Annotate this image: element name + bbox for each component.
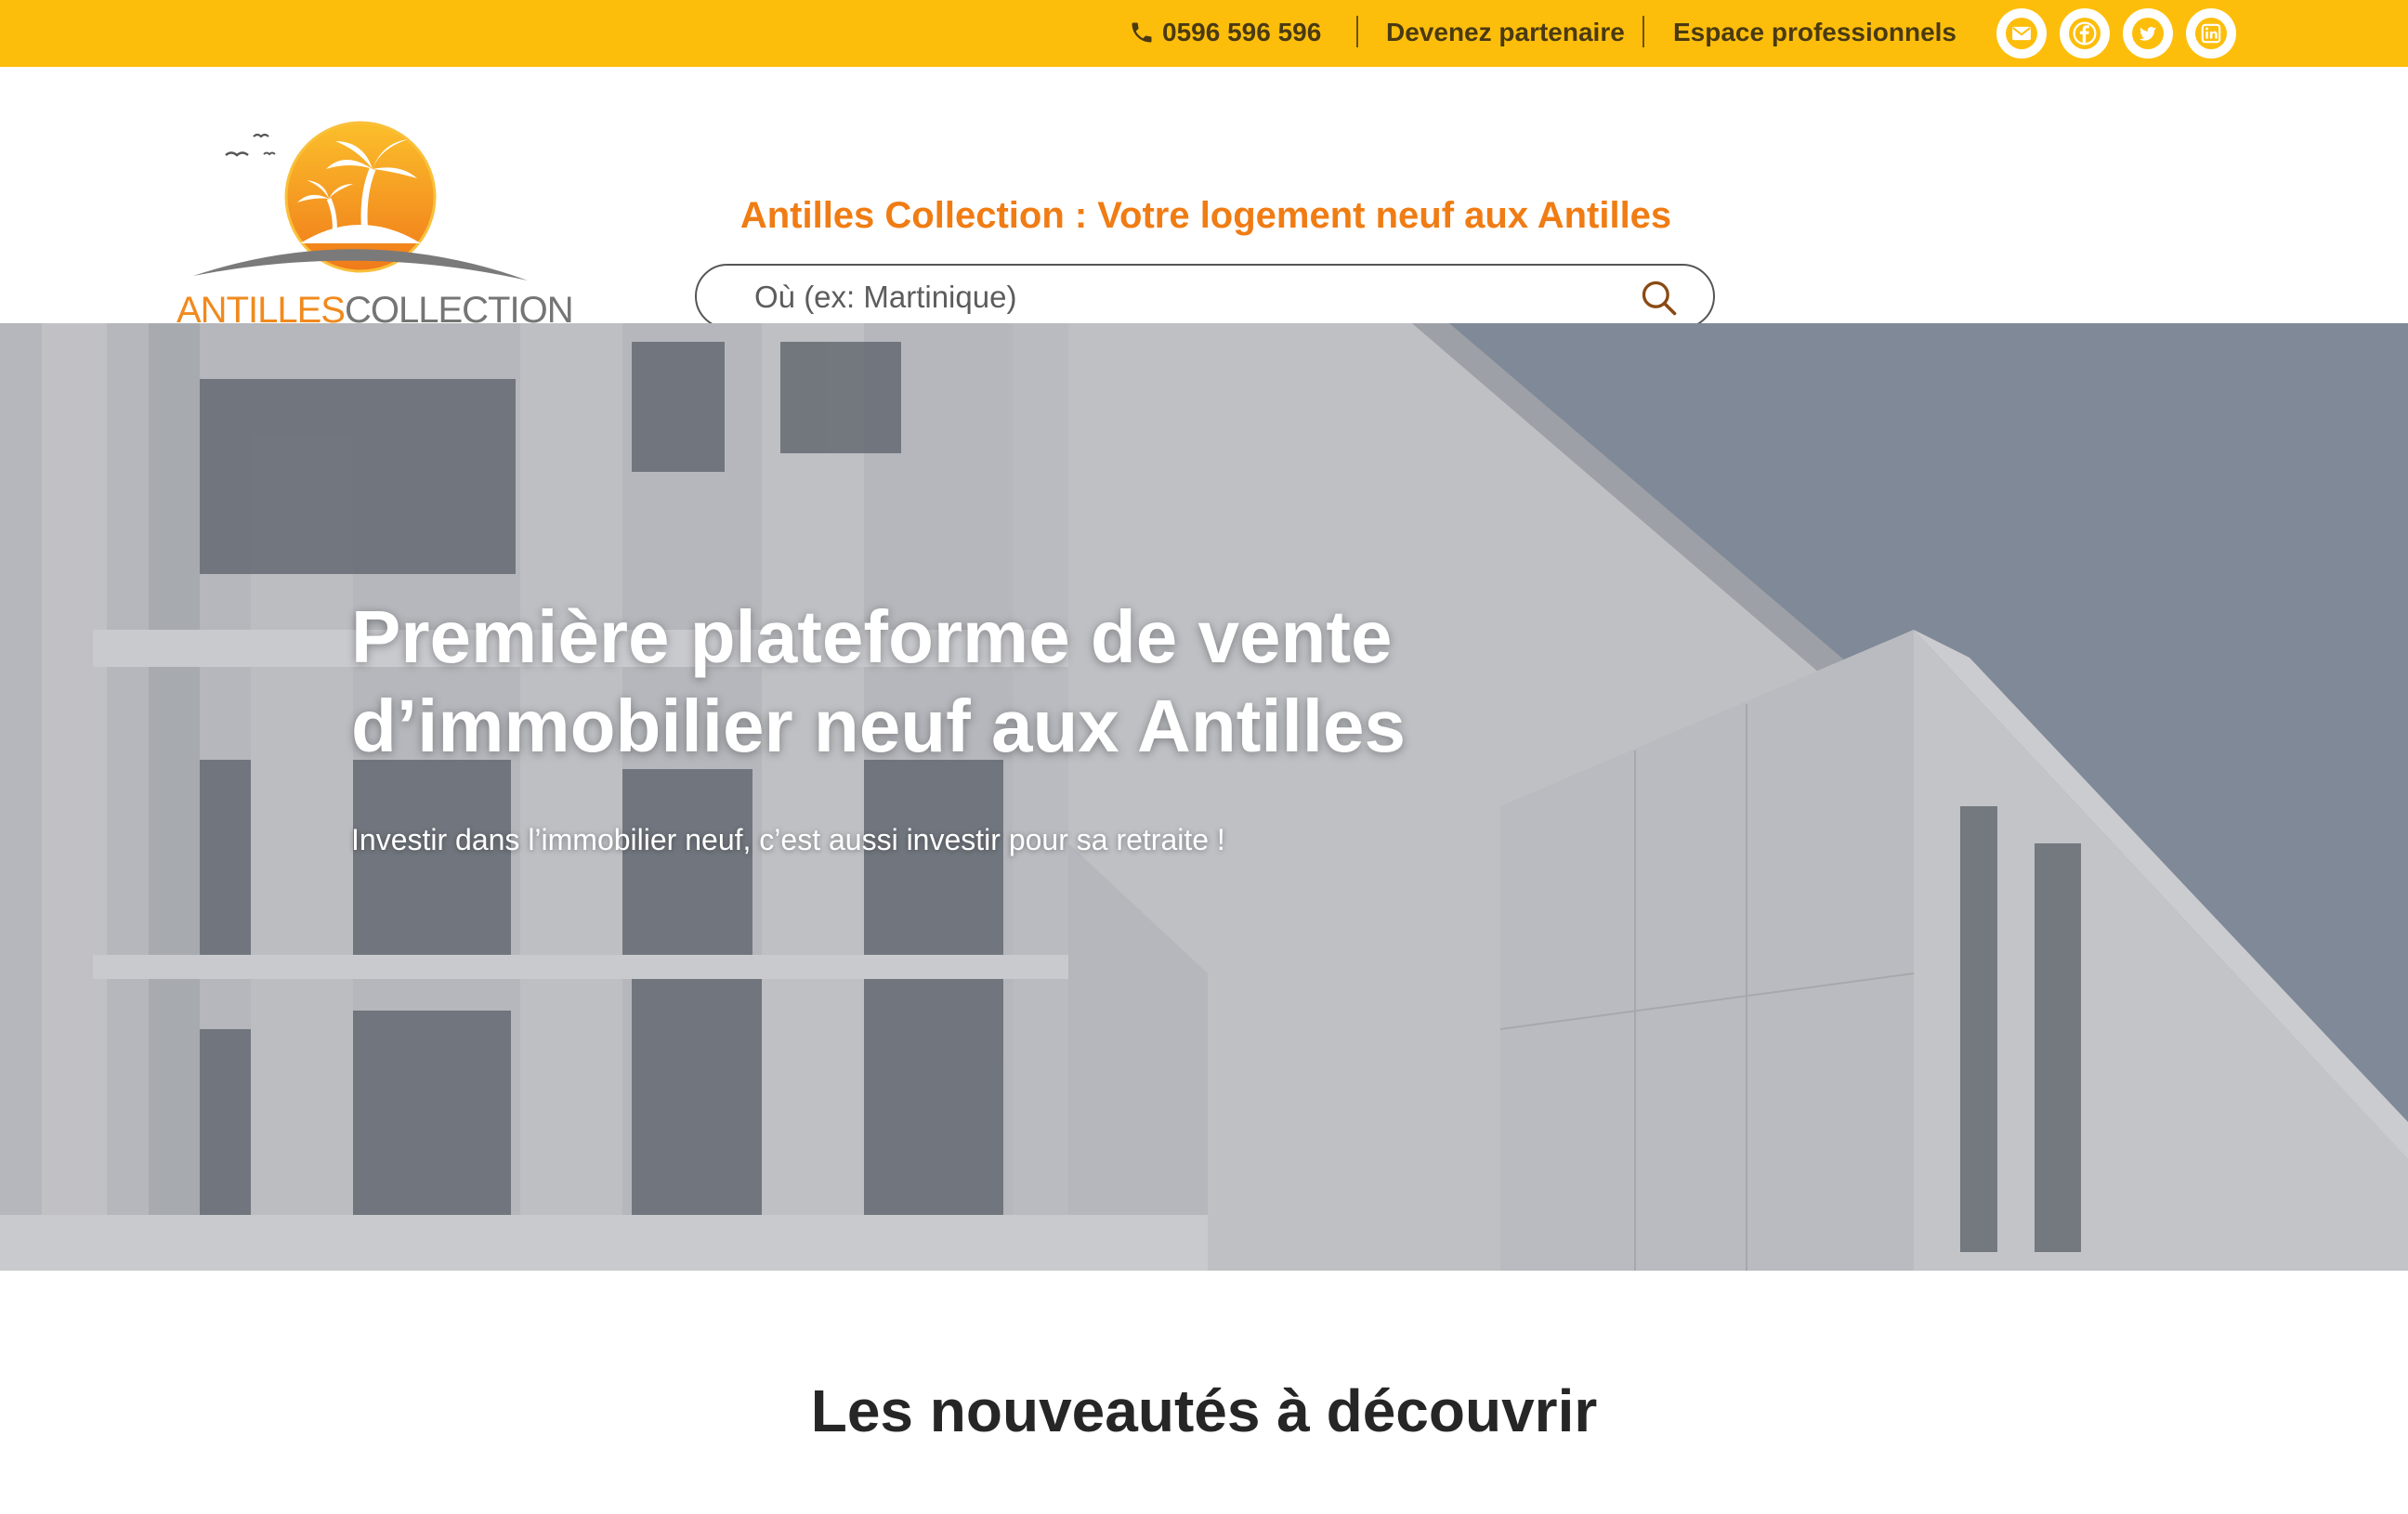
- facebook-icon: [2069, 18, 2100, 49]
- site-header: ANTILLESCOLLECTION Antilles Collection :…: [0, 67, 2408, 331]
- pro-space-link[interactable]: Espace professionnels: [1673, 0, 1956, 65]
- phone-number: 0596 596 596: [1162, 18, 1322, 46]
- hero-subtitle: Investir dans l’immobilier neuf, c’est a…: [351, 823, 1225, 856]
- search-input[interactable]: [752, 275, 1592, 320]
- mail-icon: [2006, 18, 2037, 49]
- phone-icon: [1132, 22, 1152, 43]
- partner-link[interactable]: Devenez partenaire: [1386, 0, 1625, 65]
- hero-banner: Première plateforme de vente d’immobilie…: [0, 323, 2408, 1271]
- search-box: [695, 264, 1715, 329]
- hero-overlay: [0, 323, 2408, 1271]
- twitter-button[interactable]: [2123, 8, 2173, 59]
- top-bar: 0596 596 596 Devenez partenaire Espace p…: [0, 0, 2408, 67]
- facebook-button[interactable]: [2060, 8, 2110, 59]
- site-tagline: Antilles Collection : Votre logement neu…: [739, 195, 1672, 236]
- section-title: Les nouveautés à découvrir: [810, 1377, 1598, 1444]
- hero-title-line1: Première plateforme de vente: [351, 595, 1393, 678]
- palm-sun-logo-icon: [193, 121, 528, 281]
- hero-title-line2: d’immobilier neuf aux Antilles: [351, 685, 1406, 767]
- logo[interactable]: ANTILLESCOLLECTION: [175, 95, 574, 331]
- mail-button[interactable]: [1996, 8, 2047, 59]
- hero-title: Première plateforme de vente d’immobilie…: [351, 593, 1466, 771]
- linkedin-button[interactable]: [2186, 8, 2236, 59]
- twitter-icon: [2132, 18, 2164, 49]
- phone-link[interactable]: 0596 596 596: [1129, 0, 1321, 65]
- linkedin-icon: [2195, 18, 2227, 49]
- search-icon[interactable]: [1639, 278, 1680, 319]
- separator: [1642, 16, 1644, 47]
- separator: [1356, 16, 1358, 47]
